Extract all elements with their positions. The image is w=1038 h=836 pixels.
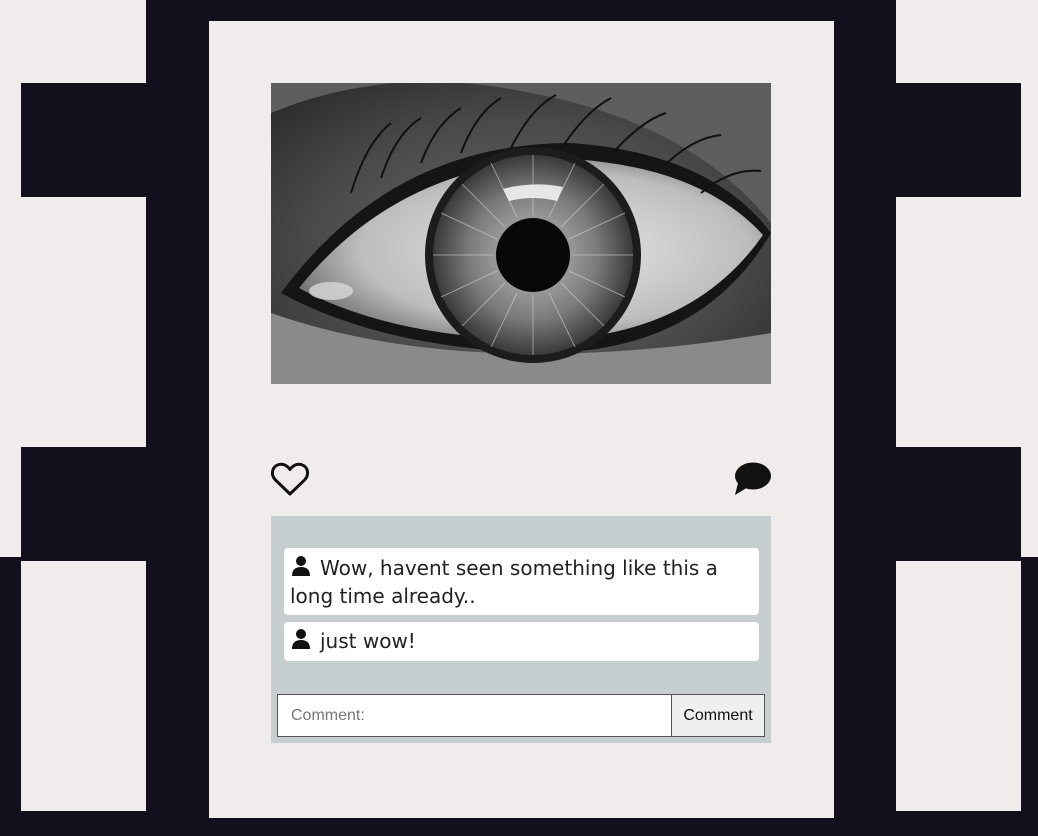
comment-form: Comment bbox=[277, 694, 765, 737]
background-block bbox=[21, 811, 146, 836]
comment-text: Wow, havent seen something like this a l… bbox=[290, 556, 718, 608]
background-block bbox=[21, 83, 146, 197]
background-block bbox=[896, 447, 1021, 561]
user-icon bbox=[292, 556, 310, 576]
background-block bbox=[0, 557, 21, 836]
heart-outline-icon[interactable] bbox=[270, 461, 310, 497]
user-icon bbox=[292, 629, 310, 649]
post-card: Wow, havent seen something like this a l… bbox=[209, 21, 834, 818]
comment-text: just wow! bbox=[320, 629, 416, 653]
background-block bbox=[896, 83, 1021, 197]
comment-submit-button[interactable]: Comment bbox=[672, 694, 765, 737]
comments-section: Wow, havent seen something like this a l… bbox=[271, 516, 771, 743]
speech-bubble-icon[interactable] bbox=[732, 460, 772, 496]
comment-item: Wow, havent seen something like this a l… bbox=[284, 548, 759, 615]
background-block bbox=[896, 811, 1021, 836]
comment-input[interactable] bbox=[277, 694, 672, 737]
comment-item: just wow! bbox=[284, 622, 759, 661]
background-block bbox=[1021, 557, 1038, 836]
eye-photo bbox=[271, 83, 771, 384]
background-block bbox=[21, 447, 146, 561]
post-image bbox=[271, 83, 771, 384]
